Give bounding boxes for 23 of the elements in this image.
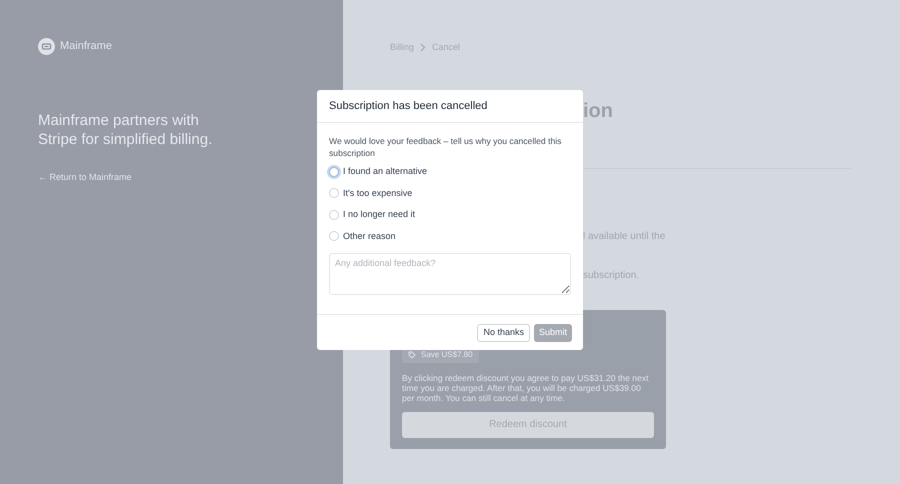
- feedback-field[interactable]: Any additional feedback?: [329, 253, 571, 295]
- chevron-icon: [420, 43, 426, 52]
- option-label: I found an alternative: [343, 165, 428, 178]
- logo-icon: [38, 38, 55, 55]
- option-row[interactable]: I no longer need it: [329, 208, 571, 222]
- dialog-title: Subscription has been cancelled: [329, 98, 488, 114]
- brand-name: Mainframe: [60, 39, 112, 54]
- offer-description: By clicking redeem discount you agree to pay US$31.20 the next time you are charged. After that, you will be charged US$39.00 per month. You can still cancel at any time.: [402, 372, 650, 402]
- page-heading: ion: [583, 98, 613, 122]
- option-row[interactable]: It's too expensive: [329, 186, 571, 200]
- dismiss-button[interactable]: No thanks: [477, 324, 530, 342]
- dialog-prompt: We would love your feedback – tell us why you cancelled this subscription: [329, 135, 562, 159]
- option-label: Other reason: [343, 230, 396, 242]
- option-label: It's too expensive: [343, 186, 412, 200]
- radio-button[interactable]: [329, 231, 339, 242]
- option-row[interactable]: Other reason: [329, 230, 571, 243]
- tagline: Mainframe partners with Stripe for simplified billing.: [38, 111, 214, 149]
- radio-button[interactable]: [329, 188, 339, 198]
- radio-button[interactable]: [329, 166, 339, 177]
- option-label: I no longer need it: [343, 208, 416, 221]
- radio-button[interactable]: [329, 210, 339, 220]
- tag-icon: [408, 351, 416, 359]
- option-row[interactable]: I found an alternative: [329, 165, 571, 178]
